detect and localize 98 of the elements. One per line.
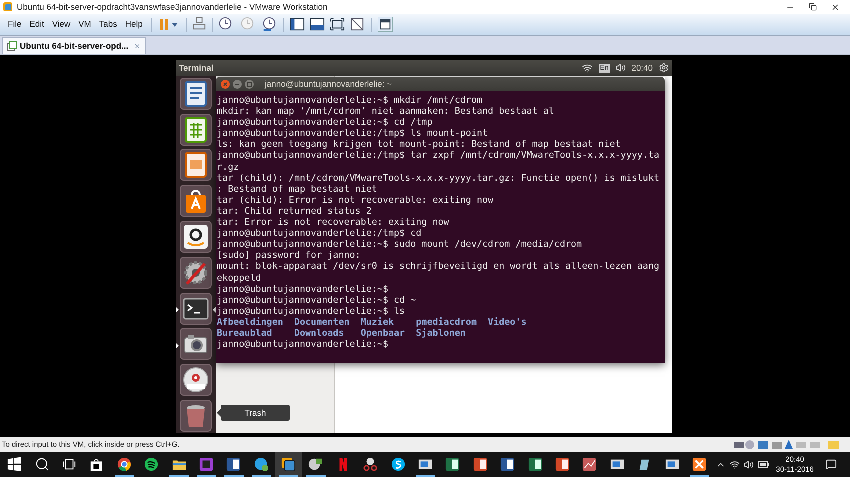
directory-name: Bureaublad [217, 328, 272, 340]
clock-icon[interactable] [262, 17, 277, 32]
running-indicator [416, 475, 436, 477]
terminal-line: r.gz [217, 162, 240, 173]
chat-app-icon [254, 457, 269, 472]
minimize-icon[interactable] [233, 80, 242, 88]
clock-icon[interactable] [218, 17, 233, 32]
ide-app-icon [198, 457, 214, 472]
running-indicator [306, 475, 326, 477]
menu-item[interactable]: Help [121, 18, 147, 31]
terminal-line: janno@ubuntujannovanderlelie:/tmp$ tar zxpf /mnt/cdrom/VMwareTools-x.x.x-yyyy.ta [217, 150, 661, 162]
running-indicator [224, 475, 244, 477]
panel-clock[interactable]: 20:40 [632, 62, 653, 74]
vm-icon [7, 41, 17, 51]
server-app-icon [692, 457, 707, 472]
terminal-line: tar (child): /mnt/cdrom/VMwareTools-x.x.x-yyyy.tar.gz: Functie open() is mislukt [217, 172, 661, 184]
search-icon [34, 457, 50, 472]
terminal-line: janno@ubuntujannovanderlelie:~$ cd /tmp [217, 117, 434, 128]
chart-app-icon [582, 457, 598, 472]
window-title: Ubuntu 64-bit-server-opdracht3vanswfase3jannovanderlelie - VMware Workstation [17, 0, 328, 14]
volume-icon[interactable] [744, 460, 754, 470]
task-view-icon [62, 457, 77, 472]
app-title: Terminal [179, 62, 214, 74]
directory-name: Video's [488, 316, 527, 328]
terminal-line: janno@ubuntujannovanderlelie:~$ mkdir /mnt/cdrom [217, 95, 484, 106]
battery-icon[interactable] [758, 461, 770, 468]
powerpoint-app-icon [555, 457, 570, 472]
settings-icon[interactable] [659, 63, 669, 73]
word-app-icon [500, 457, 516, 472]
running-indicator [690, 475, 710, 477]
directory-name: Documenten [294, 316, 350, 328]
terminal-line: mkdir: kan map ‘/mnt/cdrom’ niet aanmaken: Bestand bestaat al [217, 106, 556, 118]
terminal-line: ekoppeld [217, 272, 262, 284]
disc-app-icon [308, 457, 324, 472]
menu-item[interactable]: VM [74, 18, 96, 31]
menu-item[interactable]: Tabs [95, 18, 122, 31]
windows-logo-icon [7, 457, 22, 472]
word-app-icon [226, 457, 242, 472]
terminal-line: janno@ubuntujannovanderlelie:~$ [217, 339, 390, 350]
sidebar-layout-icon[interactable] [290, 17, 305, 32]
terminal-line: tar: Error is not recoverable: exiting now [217, 217, 450, 228]
terminal-line: janno@ubuntujannovanderlelie:/tmp$ cd [217, 228, 423, 240]
terminal-line: janno@ubuntujannovanderlelie:/tmp$ ls mount-point [217, 128, 490, 140]
directory-name: Downloads [294, 328, 344, 340]
browser-logo-icon [116, 457, 132, 472]
menu-item[interactable]: Edit [26, 18, 48, 31]
running-indicator [114, 475, 134, 477]
running-indicator [169, 475, 189, 477]
directory-name: pmediacdrom [416, 316, 477, 328]
caret-icon [172, 22, 178, 26]
terminal-line: mount: blok-apparaat /dev/sr0 is schrijfbeveiligd en wordt als alleen-lezen aang [217, 261, 661, 272]
fullscreen-icon[interactable] [330, 17, 345, 32]
close-icon[interactable] [831, 2, 840, 12]
directory-name: Sjablonen [416, 328, 466, 340]
volume-icon[interactable] [616, 63, 626, 73]
restore-icon[interactable] [809, 3, 817, 11]
vm-tab[interactable]: Ubuntu 64-bit-server-opd... [2, 37, 146, 54]
window-icon [610, 457, 625, 472]
phone-app-icon [390, 457, 406, 472]
app-logo-icon [3, 2, 13, 12]
wifi-icon[interactable] [730, 460, 740, 470]
maximize-icon[interactable] [245, 80, 254, 88]
panel-layout-icon[interactable] [310, 17, 325, 32]
vm-app-icon [281, 457, 296, 472]
console-view-icon[interactable] [378, 17, 393, 32]
shopping-bag-icon [89, 457, 104, 472]
terminal-line: tar (child): Error is not recoverable: exiting now [217, 194, 495, 206]
terminal-line: ls: kan geen toegang krijgen tot mount-point: Bestand of map bestaat niet [217, 139, 622, 150]
running-indicator [196, 475, 216, 477]
terminal-line: janno@ubuntujannovanderlelie:~$ [217, 284, 390, 295]
window-icon [664, 457, 680, 472]
taskbar-app[interactable] [274, 452, 302, 477]
terminal-line: tar: Child returned status 2 [217, 206, 373, 218]
network-icon[interactable] [192, 17, 207, 32]
terminal-line: janno@ubuntujannovanderlelie:~$ sudo mount /dev/cdrom /media/cdrom [217, 239, 584, 250]
running-indicator [252, 475, 271, 477]
directory-name: Openbaar [360, 328, 406, 340]
terminal-line: janno@ubuntujannovanderlelie:~$ cd ~ [217, 294, 418, 306]
excel-app-icon [528, 457, 543, 472]
wifi-icon[interactable] [582, 62, 594, 74]
terminal-line: : Bestand of map bestaat niet [217, 184, 378, 195]
pause-icon [158, 19, 169, 30]
directory-name: Muziek [360, 316, 394, 328]
music-logo-icon [144, 457, 160, 472]
scissors-icon [363, 457, 378, 472]
excel-app-icon [445, 457, 460, 472]
unity-view-icon[interactable] [350, 17, 365, 32]
notification-icon[interactable] [826, 459, 837, 470]
menu-item[interactable]: View [48, 18, 75, 31]
menu-item[interactable]: File [4, 18, 26, 31]
powerpoint-app-icon [472, 457, 488, 472]
terminal-line: [sudo] password for janno: [217, 250, 362, 262]
device-icons-drawing[interactable] [734, 440, 840, 450]
running-indicator [278, 475, 298, 477]
terminal-title: janno@ubuntujannovanderlelie: ~ [265, 78, 392, 90]
directory-name: Afbeeldingen [217, 316, 284, 328]
window-icon [418, 457, 434, 472]
terminal-line: janno@ubuntujannovanderlelie:~$ ls [217, 306, 406, 317]
